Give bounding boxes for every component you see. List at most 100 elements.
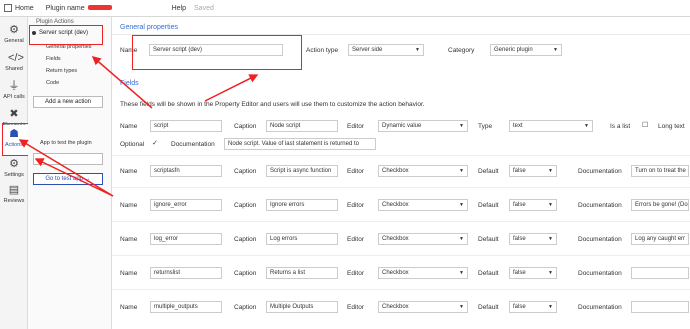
- documentation-label: Documentation: [578, 270, 622, 277]
- caret-down-icon: ▼: [548, 270, 553, 276]
- field-editor-select[interactable]: Checkbox ▼: [378, 267, 468, 279]
- field-type-label: Type: [478, 123, 493, 130]
- field-editor-value: Checkbox: [382, 270, 409, 276]
- sublink-code[interactable]: Code: [46, 80, 59, 86]
- sublink-fields[interactable]: Fields: [46, 56, 61, 62]
- nav-general[interactable]: ⚙ General: [0, 21, 28, 51]
- documentation-label: Documentation: [578, 168, 622, 175]
- field-default-select[interactable]: false ▼: [509, 165, 557, 177]
- divider: [112, 255, 690, 256]
- field-caption-label: Caption: [234, 123, 257, 130]
- caret-down-icon: ▼: [459, 123, 464, 129]
- action-type-select[interactable]: Server side ▼: [348, 44, 424, 56]
- category-select[interactable]: Generic plugin ▼: [490, 44, 562, 56]
- field-caption-input[interactable]: Returns a list: [266, 267, 338, 279]
- left-nav: ⚙ General </> Shared ⏚ API calls ✖ Eleme…: [0, 17, 28, 329]
- caret-down-icon: ▼: [415, 47, 420, 53]
- field-editor-select[interactable]: Dynamic value ▼: [378, 120, 468, 132]
- divider: [112, 221, 690, 222]
- field-name-input[interactable]: scriptasfn: [150, 165, 222, 177]
- documentation-label: Documentation: [578, 304, 622, 311]
- field-caption-input[interactable]: Script is async function: [266, 165, 338, 177]
- help-link[interactable]: Help: [172, 5, 186, 12]
- app-test-input[interactable]: [33, 153, 103, 165]
- field-name-input[interactable]: returnslist: [150, 267, 222, 279]
- field-default-select[interactable]: false ▼: [509, 233, 557, 245]
- field-default-label: Default: [478, 236, 499, 243]
- field-default-value: false: [513, 236, 526, 242]
- nav-api-calls[interactable]: ⏚ API calls: [0, 77, 28, 107]
- field-type-value: text: [513, 123, 523, 129]
- plugin-name-label: Plugin name: [45, 4, 85, 12]
- optional-checkbox[interactable]: ✓: [152, 139, 158, 147]
- plug-icon: ⏚: [8, 80, 20, 92]
- annotation-box-server-script: [29, 25, 103, 45]
- plugin-name-title: Plugin name: [46, 5, 112, 12]
- field-editor-select[interactable]: Checkbox ▼: [378, 233, 468, 245]
- action-type-label: Action type: [306, 47, 339, 54]
- go-to-test-app-button[interactable]: Go to test app →: [33, 173, 103, 185]
- long-text-label: Long text: [658, 123, 685, 130]
- divider: [112, 289, 690, 290]
- documentation-label: Documentation: [578, 236, 622, 243]
- home-link[interactable]: Home: [4, 4, 34, 12]
- documentation-input[interactable]: Turn on to treat the: [631, 165, 689, 177]
- field-default-label: Default: [478, 304, 499, 311]
- field-caption-input[interactable]: Multiple Outputs: [266, 301, 338, 313]
- nav-reviews[interactable]: ▤ Reviews: [0, 181, 28, 211]
- field-name-label: Name: [120, 168, 138, 175]
- field-caption-input[interactable]: Ignore errors: [266, 199, 338, 211]
- field-editor-select[interactable]: Checkbox ▼: [378, 199, 468, 211]
- caret-down-icon: ▼: [548, 168, 553, 174]
- field-editor-label: Editor: [347, 304, 364, 311]
- field-default-select[interactable]: false ▼: [509, 199, 557, 211]
- field-editor-label: Editor: [347, 123, 364, 130]
- caret-down-icon: ▼: [548, 236, 553, 242]
- nav-settings-label: Settings: [4, 172, 24, 178]
- add-action-button[interactable]: Add a new action: [33, 96, 103, 108]
- field-editor-value: Checkbox: [382, 202, 409, 208]
- field-editor-label: Editor: [347, 202, 364, 209]
- sublink-return-types[interactable]: Return types: [46, 68, 77, 74]
- main-content: General properties Name Server script (d…: [112, 17, 690, 329]
- documentation-input[interactable]: Errors be gone! (Do: [631, 199, 689, 211]
- field-default-value: false: [513, 168, 526, 174]
- saved-status: Saved: [194, 4, 214, 12]
- code-icon: </>: [8, 52, 24, 64]
- general-properties-title: General properties: [120, 24, 178, 31]
- divider: [112, 155, 690, 156]
- field-default-label: Default: [478, 168, 499, 175]
- field-caption-input[interactable]: Node script: [266, 120, 338, 132]
- caret-down-icon: ▼: [459, 168, 464, 174]
- top-bar: Home Plugin name Help Saved: [0, 0, 690, 17]
- tools-icon: ✖: [9, 108, 19, 120]
- field-type-select[interactable]: text ▼: [509, 120, 593, 132]
- caret-down-icon: ▼: [459, 236, 464, 242]
- field-default-label: Default: [478, 270, 499, 277]
- field-editor-value: Dynamic value: [382, 123, 422, 129]
- documentation-input[interactable]: [631, 301, 689, 313]
- nav-shared[interactable]: </> Shared: [0, 49, 28, 79]
- field-editor-select[interactable]: Checkbox ▼: [378, 301, 468, 313]
- is-list-checkbox[interactable]: ☐: [642, 121, 648, 129]
- documentation-input[interactable]: Log any caught err: [631, 233, 689, 245]
- field-default-select[interactable]: false ▼: [509, 301, 557, 313]
- annotation-box-name: [132, 35, 302, 70]
- field-editor-value: Checkbox: [382, 304, 409, 310]
- documentation-input[interactable]: [631, 267, 689, 279]
- field-editor-value: Checkbox: [382, 168, 409, 174]
- field-default-value: false: [513, 304, 526, 310]
- field-editor-select[interactable]: Checkbox ▼: [378, 165, 468, 177]
- field-name-input[interactable]: ignore_error: [150, 199, 222, 211]
- field-name-input[interactable]: log_error: [150, 233, 222, 245]
- caret-down-icon: ▼: [459, 202, 464, 208]
- field-default-select[interactable]: false ▼: [509, 267, 557, 279]
- field-caption-input[interactable]: Log errors: [266, 233, 338, 245]
- field-name-label: Name: [120, 202, 138, 209]
- category-value: Generic plugin: [494, 47, 533, 53]
- category-label: Category: [448, 47, 475, 54]
- field-editor-value: Checkbox: [382, 236, 409, 242]
- documentation-input[interactable]: Node script. Value of last statement is …: [224, 138, 376, 150]
- field-name-input[interactable]: multiple_outputs: [150, 301, 222, 313]
- field-name-input[interactable]: script: [150, 120, 222, 132]
